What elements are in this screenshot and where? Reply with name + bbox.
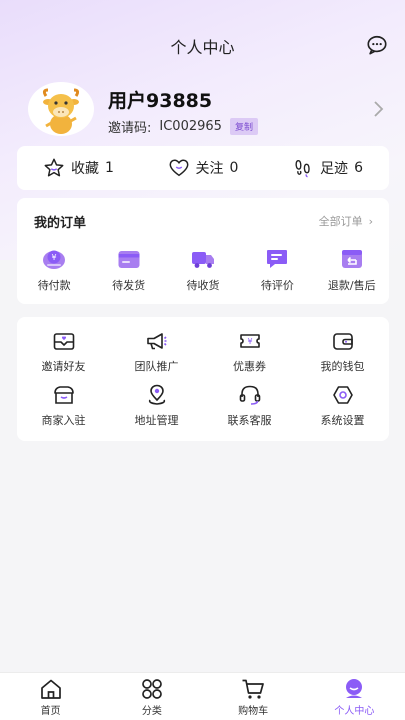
envelope-heart-icon — [53, 333, 74, 350]
order-label: 退款/售后 — [327, 279, 376, 292]
cart-icon — [242, 679, 264, 699]
page-title: 个人中心 — [170, 38, 235, 57]
cow-avatar-icon — [42, 88, 80, 134]
service-merchant-join[interactable]: 商家入驻 — [17, 383, 110, 437]
invite-row: 邀请码: IC002965 复制 — [108, 117, 258, 136]
card-icon — [118, 251, 140, 268]
order-label: 待付款 — [37, 279, 71, 292]
services-grid: 邀请好友 团队推广 ¥ 优惠券 我的钱包 商家入驻 地址管理 联系客服 系统设置 — [17, 329, 389, 437]
tab-home[interactable]: 首页 — [0, 673, 101, 720]
stat-count: 1 — [105, 160, 114, 176]
category-icon — [142, 679, 162, 699]
footprint-icon — [295, 159, 310, 178]
order-label: 待评价 — [260, 279, 294, 292]
stat-favorites[interactable]: 收藏 1 — [43, 157, 114, 179]
order-pending-review[interactable]: 待评价 — [240, 246, 314, 293]
service-customer-support[interactable]: 联系客服 — [203, 383, 296, 437]
settings-icon — [332, 386, 353, 404]
order-label: 待收货 — [186, 279, 220, 292]
wallet-icon — [332, 333, 353, 350]
stats-card: 收藏 1 关注 0 足迹 6 — [17, 146, 389, 190]
order-refund-aftersale[interactable]: 退款/售后 — [315, 246, 389, 293]
orders-card: 我的订单 全部订单 › ¥ 待付款 待发货 待收货 待评价 退款/售后 — [17, 198, 389, 304]
order-pending-payment[interactable]: ¥ 待付款 — [17, 246, 91, 293]
service-system-settings[interactable]: 系统设置 — [296, 383, 389, 437]
service-label: 系统设置 — [320, 414, 365, 427]
order-label: 待发货 — [112, 279, 146, 292]
megaphone-icon — [146, 333, 167, 350]
service-address-manage[interactable]: 地址管理 — [110, 383, 203, 437]
message-icon[interactable] — [366, 34, 388, 56]
service-team-promotion[interactable]: 团队推广 — [110, 329, 203, 383]
stat-label: 足迹 — [320, 161, 349, 177]
service-coupons[interactable]: ¥ 优惠券 — [203, 329, 296, 383]
tab-cart[interactable]: 购物车 — [203, 673, 304, 720]
comment-icon — [267, 250, 288, 268]
stat-count: 6 — [354, 160, 363, 176]
service-invite-friends[interactable]: 邀请好友 — [17, 329, 110, 383]
copy-button[interactable]: 复制 — [229, 118, 258, 135]
services-card: 邀请好友 团队推广 ¥ 优惠券 我的钱包 商家入驻 地址管理 联系客服 系统设置 — [17, 317, 389, 441]
home-icon — [40, 679, 61, 699]
svg-text:¥: ¥ — [247, 337, 252, 346]
service-my-wallet[interactable]: 我的钱包 — [296, 329, 389, 383]
tab-label: 个人中心 — [334, 706, 375, 717]
avatar[interactable] — [28, 82, 94, 136]
service-label: 联系客服 — [227, 414, 272, 427]
service-label: 优惠券 — [233, 360, 266, 373]
orders-title: 我的订单 — [34, 216, 87, 231]
chevron-right-icon: › — [368, 214, 373, 228]
all-orders-label: 全部订单 — [318, 215, 363, 228]
stat-count: 0 — [229, 160, 239, 176]
location-icon — [148, 384, 165, 405]
order-pending-receipt[interactable]: 待收货 — [166, 246, 240, 293]
username: 用户93885 — [108, 90, 213, 112]
star-icon — [44, 158, 64, 177]
service-label: 我的钱包 — [320, 360, 365, 373]
return-icon — [341, 250, 362, 268]
tab-label: 分类 — [141, 706, 162, 717]
orders-row: ¥ 待付款 待发货 待收货 待评价 退款/售后 — [17, 246, 389, 293]
tab-label: 首页 — [40, 706, 61, 717]
headset-icon — [239, 385, 260, 405]
chevron-right-icon[interactable] — [372, 100, 384, 118]
order-pending-shipment[interactable]: 待发货 — [91, 246, 165, 293]
wallet-yen-icon: ¥ — [43, 250, 66, 269]
profile-section[interactable]: 用户93885 邀请码: IC002965 复制 — [28, 82, 388, 138]
truck-icon — [191, 252, 214, 268]
all-orders-link[interactable]: 全部订单 › — [319, 213, 373, 229]
invite-code: IC002965 — [159, 119, 222, 134]
svg-text:¥: ¥ — [52, 253, 57, 262]
shop-icon — [53, 386, 74, 404]
tab-category[interactable]: 分类 — [101, 673, 202, 720]
service-label: 邀请好友 — [41, 360, 86, 373]
ticket-icon: ¥ — [239, 334, 260, 348]
service-label: 商家入驻 — [41, 414, 86, 427]
stat-label: 收藏 — [71, 161, 99, 177]
heart-icon — [169, 159, 188, 177]
stat-following[interactable]: 关注 0 — [168, 157, 239, 179]
bottom-tabbar: 首页 分类 购物车 个人中心 — [0, 672, 405, 720]
user-icon — [346, 679, 363, 698]
service-label: 地址管理 — [134, 414, 179, 427]
stat-footprints[interactable]: 足迹 6 — [292, 157, 363, 179]
tab-label: 购物车 — [238, 706, 269, 717]
service-label: 团队推广 — [134, 360, 179, 373]
tab-profile[interactable]: 个人中心 — [304, 673, 405, 720]
invite-label: 邀请码: — [108, 121, 152, 136]
stat-label: 关注 — [195, 161, 224, 177]
